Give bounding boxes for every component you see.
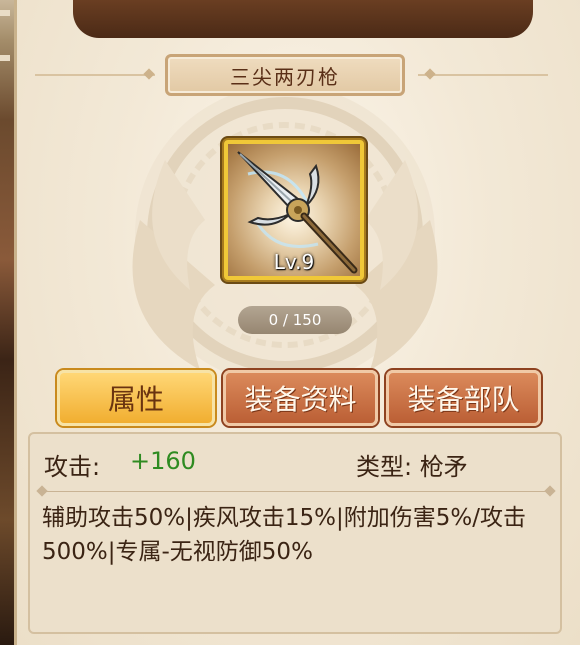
attribute-info-box: 攻击: +160 类型: 枪矛 辅助攻击50%|疾风攻击15%|附加伤害5%/攻… [28, 432, 562, 634]
item-icon-frame[interactable]: Lv.9 [224, 140, 364, 280]
divider-diamond [36, 485, 48, 497]
info-divider [42, 491, 552, 492]
tab-equip-troops[interactable]: 装备部队 [386, 370, 541, 426]
weapon-type-label: 类型: 枪矛 [356, 453, 468, 481]
attack-value: +160 [130, 447, 196, 475]
background-scene-strip [0, 0, 14, 645]
item-name-title: 三尖两刃枪 [165, 54, 405, 96]
panel-top-bar [73, 0, 533, 38]
title-ornament-line [35, 74, 155, 76]
exp-progress-bar: 0 / 150 [238, 306, 352, 334]
background-chip [0, 10, 10, 16]
attack-label: 攻击: [44, 453, 101, 481]
tab-equipment-info[interactable]: 装备资料 [223, 370, 378, 426]
background-chip [0, 55, 10, 61]
item-effect-description: 辅助攻击50%|疾风攻击15%|附加伤害5%/攻击500%|专属-无视防御50% [42, 505, 526, 565]
divider-diamond [544, 485, 556, 497]
title-ornament-line [418, 74, 548, 76]
item-level-label: Lv.9 [273, 250, 315, 274]
exp-progress-text: 0 / 150 [268, 311, 322, 329]
tab-attributes[interactable]: 属性 [57, 370, 215, 426]
